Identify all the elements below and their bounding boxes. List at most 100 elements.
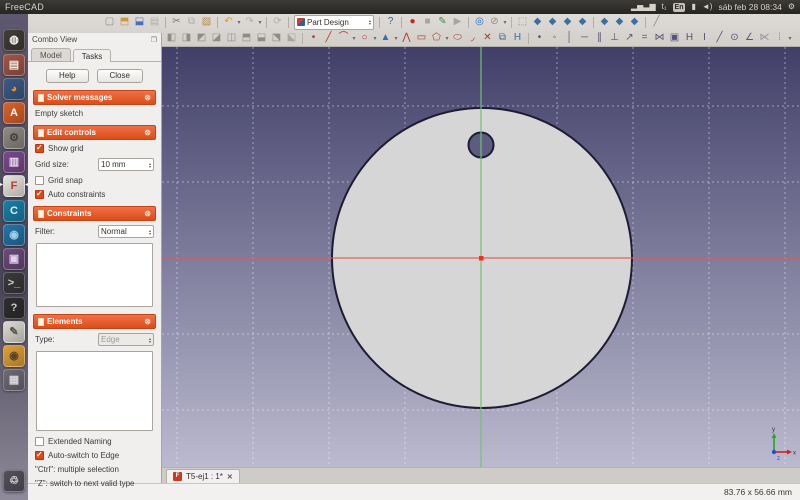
keyboard-layout-indicator[interactable]: En xyxy=(673,3,686,12)
close-button[interactable]: Close xyxy=(97,69,143,83)
view-mode-button-3[interactable]: ◩ xyxy=(194,31,209,45)
constrain-perpendicular-button[interactable]: ⊥ xyxy=(607,31,622,45)
front-view-button[interactable]: ◆ xyxy=(545,15,560,29)
print-button[interactable]: ▤ xyxy=(147,15,162,29)
text-editor-icon[interactable]: ✎ xyxy=(3,321,25,343)
top-view-button[interactable]: ◆ xyxy=(560,15,575,29)
constrain-angle-button[interactable]: ∠ xyxy=(742,31,757,45)
software-center-icon[interactable]: A xyxy=(3,102,25,124)
help-app-icon[interactable]: ? xyxy=(3,297,25,319)
whats-this-button[interactable]: ? xyxy=(383,15,398,29)
terminal-icon[interactable]: >_ xyxy=(3,272,25,294)
open-document-button[interactable]: ⬒ xyxy=(117,15,132,29)
system-load-indicator[interactable]: ▂▅▃▆ xyxy=(631,0,656,14)
auto-switch-edge-checkbox[interactable] xyxy=(35,451,44,460)
system-settings-icon[interactable]: ⚙ xyxy=(3,127,25,149)
firefox-icon[interactable]: ◕ xyxy=(3,78,25,100)
trim-edge-button[interactable]: ✕ xyxy=(480,31,495,45)
sketch-center-point[interactable] xyxy=(479,256,484,261)
section-collapse-icon[interactable]: ⊗ xyxy=(144,93,151,102)
show-grid-checkbox[interactable] xyxy=(35,144,44,153)
section-collapse-icon[interactable]: ⊗ xyxy=(144,128,151,137)
workbench-selector[interactable]: Part Design xyxy=(294,15,374,30)
constrain-snell-button[interactable]: ⋉ xyxy=(757,31,772,45)
create-slot-button[interactable]: ⬭ xyxy=(450,31,465,45)
create-point-button[interactable]: • xyxy=(306,31,321,45)
globe-app-icon[interactable]: ◉ xyxy=(3,224,25,246)
create-polygon-button[interactable]: ⬠ xyxy=(429,31,444,45)
spinner-arrows-icon[interactable] xyxy=(149,162,151,168)
constrain-point-on-object-button[interactable]: ◦ xyxy=(547,31,562,45)
view-mode-button-1[interactable]: ◧ xyxy=(164,31,179,45)
blue-c-app-icon[interactable]: C xyxy=(3,200,25,222)
close-document-icon[interactable]: ✕ xyxy=(227,473,233,481)
macro-edit-button[interactable]: ✎ xyxy=(435,15,450,29)
view-mode-button-4[interactable]: ◪ xyxy=(209,31,224,45)
external-geometry-button[interactable]: ⧉ xyxy=(495,31,510,45)
constrain-horizontal-button[interactable]: ─ xyxy=(577,31,592,45)
solver-messages-header[interactable]: Solver messages ⊗ xyxy=(33,90,156,105)
help-button[interactable]: Help xyxy=(46,69,88,83)
axonometric-view-button[interactable]: ◆ xyxy=(530,15,545,29)
section-collapse-icon[interactable]: ⊗ xyxy=(144,209,151,218)
constrain-internal-alignment-button-dropdown-icon[interactable]: ▾ xyxy=(787,35,793,42)
view-mode-button-9[interactable]: ⬕ xyxy=(284,31,299,45)
constraints-list[interactable] xyxy=(36,243,153,307)
constrain-vertical-distance-button[interactable]: I xyxy=(697,31,712,45)
constrain-vertical-button[interactable]: │ xyxy=(562,31,577,45)
carbon-copy-button[interactable]: H xyxy=(510,31,525,45)
auto-constraints-checkbox[interactable] xyxy=(35,190,44,199)
dash-home-button[interactable]: ◍ xyxy=(3,29,25,51)
session-gear-icon[interactable]: ⚙ xyxy=(788,0,795,14)
create-circle-button[interactable]: ○ xyxy=(357,31,372,45)
undo-button[interactable]: ↶ xyxy=(221,15,236,29)
draw-style-button[interactable]: ⊘ xyxy=(487,15,502,29)
redo-button[interactable]: ↷ xyxy=(242,15,257,29)
constraint-filter-select[interactable]: Normal xyxy=(98,225,154,238)
redo-button-dropdown-icon[interactable]: ▾ xyxy=(257,19,263,26)
create-polyline-button[interactable]: ⋀ xyxy=(399,31,414,45)
view-mode-button-2[interactable]: ◨ xyxy=(179,31,194,45)
fit-all-button[interactable]: ⬚ xyxy=(515,15,530,29)
constrain-equal-button[interactable]: = xyxy=(637,31,652,45)
macro-record-button[interactable]: ● xyxy=(405,15,420,29)
tab-model[interactable]: Model xyxy=(31,48,71,61)
document-tab[interactable]: F T5-ej1 : 1* ✕ xyxy=(166,469,240,483)
new-document-button[interactable]: ▢ xyxy=(102,15,117,29)
constrain-block-button[interactable]: ▣ xyxy=(667,31,682,45)
constrain-tangent-button[interactable]: ↗ xyxy=(622,31,637,45)
rear-view-button[interactable]: ◆ xyxy=(597,15,612,29)
trash-icon[interactable]: ♲ xyxy=(3,470,25,492)
freecad-icon[interactable]: F xyxy=(3,175,25,197)
volume-icon[interactable]: ◄) xyxy=(702,0,713,14)
battery-icon[interactable]: ▮ xyxy=(691,0,695,14)
view-mode-button-6[interactable]: ⬒ xyxy=(239,31,254,45)
constraints-header[interactable]: Constraints ⊗ xyxy=(33,206,156,221)
grid-snap-checkbox[interactable] xyxy=(35,176,44,185)
copy-button[interactable]: ⧉ xyxy=(184,15,199,29)
measure-distance-button[interactable]: ╱ xyxy=(649,15,664,29)
element-type-select[interactable]: Edge xyxy=(98,333,154,346)
grid-size-input[interactable]: 10 mm xyxy=(98,158,154,171)
left-view-button[interactable]: ◆ xyxy=(627,15,642,29)
clock-label[interactable]: sáb feb 28 08:34 xyxy=(718,0,781,14)
draw-style-button-dropdown-icon[interactable]: ▾ xyxy=(502,19,508,26)
cut-button[interactable]: ✂ xyxy=(169,15,184,29)
constrain-parallel-button[interactable]: ∥ xyxy=(592,31,607,45)
create-conic-button[interactable]: ▲ xyxy=(378,31,393,45)
constrain-internal-alignment-button[interactable]: ⁞ xyxy=(772,31,787,45)
create-fillet-button[interactable]: ◞ xyxy=(465,31,480,45)
text-entry-indicator[interactable]: t₁ xyxy=(662,0,667,14)
macro-stop-button[interactable]: ■ xyxy=(420,15,435,29)
search-button[interactable]: ◎ xyxy=(472,15,487,29)
purple-app-icon[interactable]: ▥ xyxy=(3,151,25,173)
3d-viewport[interactable]: y x z xyxy=(162,47,800,467)
refresh-button[interactable]: ⟳ xyxy=(270,15,285,29)
section-collapse-icon[interactable]: ⊗ xyxy=(144,317,151,326)
create-line-button[interactable]: ╱ xyxy=(321,31,336,45)
elements-list[interactable] xyxy=(36,351,153,431)
view-mode-button-5[interactable]: ◫ xyxy=(224,31,239,45)
elements-header[interactable]: Elements ⊗ xyxy=(33,314,156,329)
paste-button[interactable]: ▧ xyxy=(199,15,214,29)
create-arc-button[interactable]: ⌒ xyxy=(336,31,351,45)
